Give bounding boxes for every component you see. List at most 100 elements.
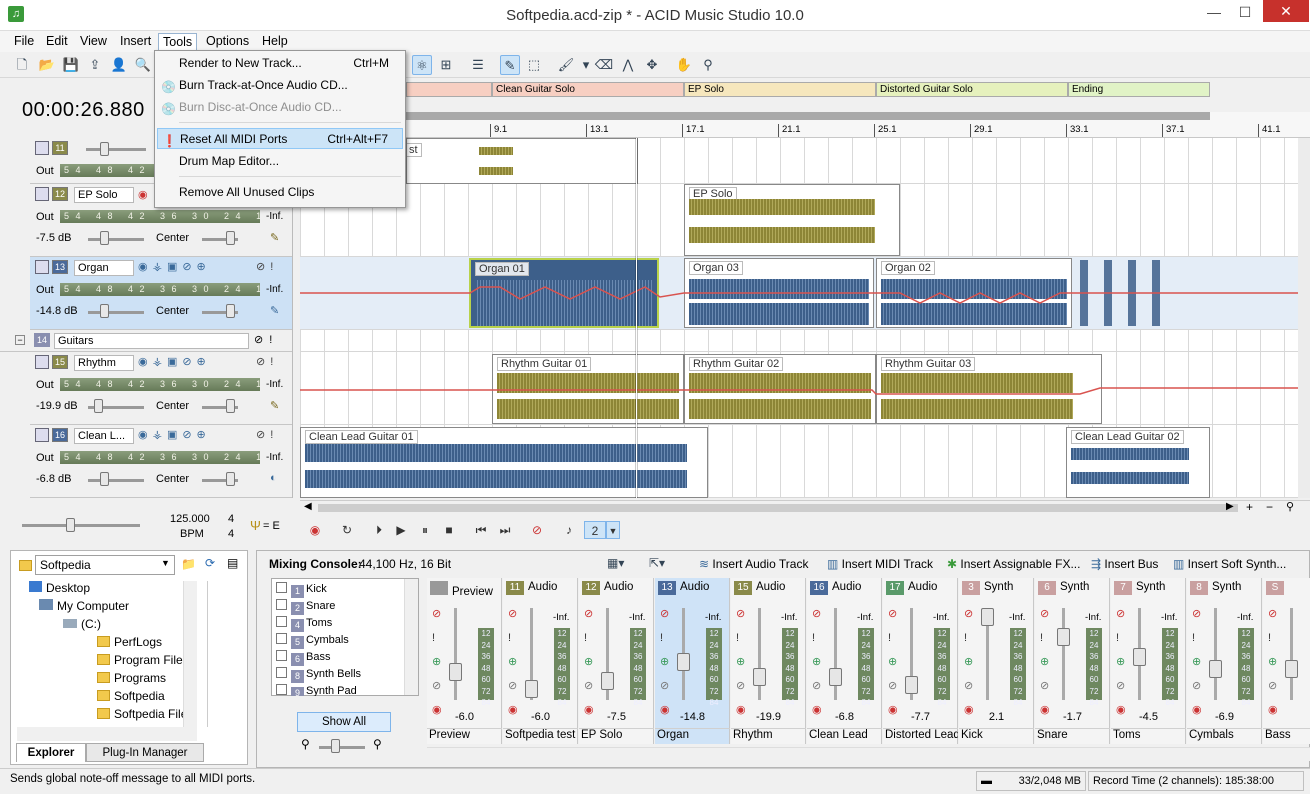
volume-slider[interactable] [86,148,146,151]
tree-item-perflogs[interactable]: PerfLogs [97,635,162,649]
erase-tool-icon[interactable]: ⌫ [594,55,614,75]
track-header-15[interactable]: 15 Rhythm ◉⚶▣⊘⊕ ⊘! Out 54 48 42 36 30 24… [30,352,292,425]
strip-name[interactable]: EP Solo [579,728,654,744]
tree-item-c-drive[interactable]: (C:) [63,617,101,631]
tree-item-softpedia[interactable]: Softpedia [97,689,165,703]
strip-button-icons[interactable]: ⊘! ⊕ ⊘ ◉ [584,602,598,722]
volume-fader-knob[interactable] [829,668,842,686]
refresh-icon[interactable]: ⟳ [205,556,215,570]
properties-icon[interactable]: ☰ [468,55,488,75]
tree-scrollbar[interactable] [183,581,197,727]
zoom-slider[interactable] [319,746,365,749]
strip-button-icons[interactable]: ⊘! ⊕ ⊘ ◉ [660,602,674,722]
strip-header[interactable]: S [1266,581,1288,595]
select-tool-icon[interactable]: ⬚ [524,55,544,75]
strip-header[interactable]: 11 Audio [506,581,557,595]
strip-header[interactable]: 15 Audio [734,581,785,595]
volume-fader-knob[interactable] [753,668,766,686]
audio-clip[interactable]: Clean Lead Guitar 02 [1066,427,1210,498]
checkbox[interactable] [276,684,287,695]
snap-icon[interactable]: ⊞ [436,55,456,75]
master-volume-slider[interactable] [22,524,140,527]
list-item[interactable]: 1 Kick [276,582,327,599]
strip-header[interactable]: 8 Synth [1190,581,1241,595]
tab-explorer[interactable]: Explorer [16,743,86,762]
zoom-out-icon[interactable]: − [1266,500,1273,514]
volume-fader[interactable] [758,608,761,700]
mixer-options-icon[interactable]: ⇱▾ [649,556,665,570]
track-name-field[interactable]: Rhythm [74,355,134,371]
loop-region-bar[interactable] [300,112,1210,120]
count-in-icon[interactable]: 2 [584,521,606,539]
mute-icon[interactable]: ⊘! [256,428,278,441]
track-header-13[interactable]: 13 Organ ◉⚶▣⊘⊕ ⊘! Out 54 48 42 36 30 24 … [30,257,292,330]
checkbox[interactable] [276,667,287,678]
volume-slider[interactable] [88,479,144,482]
chevron-down-icon[interactable]: ▾ [576,55,596,75]
track-group-guitars[interactable]: − 14 Guitars ⊘! [0,330,292,352]
strip-button-icons[interactable]: ⊘! ⊕ ⊘ ◉ [1116,602,1130,722]
checkbox[interactable] [276,582,287,593]
menu-help[interactable]: Help [258,33,292,49]
scroll-right-icon[interactable]: ▶ [1226,501,1234,512]
envelope-icon[interactable]: ✎ [270,399,284,412]
scrub-icon[interactable]: ✋ [674,55,694,75]
file-list[interactable] [207,581,247,727]
list-item[interactable]: 6 Bass [276,650,330,667]
mixer-strip[interactable]: 6 Synth ⊘! ⊕ ⊘ ◉ -Inf. 12 24 36 48 60 72 84 -1.7… [1035,578,1110,744]
insert-assignable-fx-button[interactable]: ✱ Insert Assignable FX... [947,557,1080,571]
volume-knob[interactable] [100,142,109,156]
drum-list-scrollbar[interactable] [404,579,418,695]
envelope-icon[interactable]: ✎ [270,304,284,317]
go-to-start-icon[interactable]: ⏮ [472,521,490,539]
envelope-icon[interactable]: ⚛ [412,55,432,75]
open-icon[interactable]: 📂 [37,55,57,75]
track-button-icons[interactable]: ◉⚶▣⊘⊕ [138,260,211,273]
insert-midi-track-button[interactable]: ▥ Insert MIDI Track [827,557,933,571]
volume-fader-knob[interactable] [449,663,462,681]
loop-icon[interactable]: ↻ [338,521,356,539]
chevron-down-icon[interactable]: ▼ [161,558,170,568]
go-to-end-icon[interactable]: ⏭ [496,521,514,539]
volume-envelope[interactable] [300,257,1310,330]
search-icon[interactable]: 🔍 [133,55,153,75]
strip-name[interactable]: Clean Lead [807,728,882,744]
strip-header[interactable]: 13 Audio [658,581,709,595]
marker-distorted-guitar-solo[interactable]: Distorted Guitar Solo [876,82,1068,97]
insert-bus-button[interactable]: ⇶ Insert Bus [1091,557,1158,571]
strip-button-icons[interactable]: ⊘! ⊕ ⊘ ◉ [888,602,902,722]
collapse-icon[interactable]: − [15,335,25,345]
tree-horizontal-scrollbar[interactable] [17,727,197,741]
strip-header[interactable]: 6 Synth [1038,581,1089,595]
strip-header[interactable]: 17 Audio [886,581,937,595]
volume-fader-knob[interactable] [1285,660,1298,678]
scroll-thumb[interactable] [318,504,1238,512]
volume-envelope[interactable] [300,352,1310,425]
save-icon[interactable]: 💾 [61,55,81,75]
volume-slider[interactable] [88,238,144,241]
volume-knob[interactable] [100,231,109,245]
volume-fader[interactable] [1290,608,1293,700]
volume-fader-knob[interactable] [1133,648,1146,666]
checkbox[interactable] [276,616,287,627]
volume-fader[interactable] [834,608,837,700]
menu-tools[interactable]: Tools [158,33,198,51]
maximize-button[interactable]: ☐ [1230,0,1260,26]
envelope-icon[interactable]: ✎ [270,231,284,244]
volume-knob[interactable] [100,472,109,486]
track-name-field[interactable]: EP Solo [74,187,134,203]
menu-file[interactable]: File [10,33,38,49]
zoom-in-icon[interactable]: + [1246,500,1253,514]
strip-button-icons[interactable]: ⊘! ⊕ ⊘ ◉ [736,602,750,722]
mixer-strip[interactable]: S⊘!⊕⊘◉-Inf.12 24 36 48 60 72 84Bass [1263,578,1310,744]
menu-item-render-new-track[interactable]: Render to New Track... Ctrl+M [157,53,403,74]
tree-item-program-files[interactable]: Program Files [97,653,189,667]
strip-button-icons[interactable]: ⊘! ⊕ ⊘ ◉ [1268,602,1282,722]
strip-name[interactable]: Rhythm [731,728,806,744]
views-icon[interactable]: ▤ [227,556,238,570]
track-button-icons[interactable]: ◉⚶▣⊘⊕ [138,428,211,441]
volume-fader-knob[interactable] [1057,628,1070,646]
time-signature-bottom[interactable]: 4 [228,528,234,540]
group-name[interactable]: Guitars [54,333,249,349]
volume-fader-knob[interactable] [905,676,918,694]
